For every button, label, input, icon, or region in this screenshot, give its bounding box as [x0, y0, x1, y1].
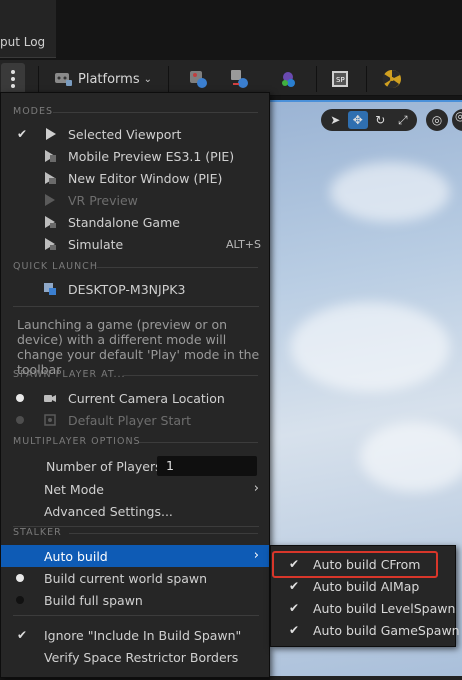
content-icon	[190, 71, 207, 88]
toolbar-divider	[168, 66, 169, 92]
shortcut-label: ALT+S	[225, 238, 261, 251]
menu-item-simulate[interactable]: Simulate ALT+S	[1, 233, 269, 255]
tab-row: put Log	[0, 0, 462, 60]
section-header-spawn-player: SPAWN PLAYER AT...	[13, 369, 258, 380]
menu-item-default-player-start[interactable]: Default Player Start	[1, 409, 269, 431]
info-text: Launching a game (preview or on device) …	[17, 317, 260, 377]
menu-item-standalone-game[interactable]: Standalone Game	[1, 211, 269, 233]
sky-cloud	[290, 302, 450, 392]
checkmark-icon: ✔	[289, 579, 300, 593]
translate-icon[interactable]: ✥	[347, 111, 368, 129]
menu-item-build-full-spawn[interactable]: Build full spawn	[1, 589, 269, 611]
select-icon[interactable]: ➤	[325, 111, 346, 129]
chevron-right-icon: ›	[253, 548, 259, 563]
menu-divider	[13, 306, 259, 307]
chevron-right-icon: ›	[253, 481, 259, 496]
transform-toolbar: ➤ ✥ ↻ ⤢	[321, 109, 417, 131]
scale-icon[interactable]: ⤢	[393, 111, 414, 129]
submenu-item-auto-build-cfrom[interactable]: ✔ Auto build CFrom	[271, 553, 455, 575]
checkmark-icon: ✔	[289, 623, 300, 637]
menu-item-mobile-preview[interactable]: Mobile Preview ES3.1 (PIE)	[1, 145, 269, 167]
platforms-label: Platforms	[78, 71, 140, 87]
checkmark-icon: ✔	[17, 628, 28, 642]
blueprint-icon	[231, 70, 248, 88]
content-button[interactable]	[184, 63, 212, 95]
submenu-item-auto-build-levelspawn[interactable]: ✔ Auto build LevelSpawn	[271, 597, 455, 619]
section-header-stalker: STALKER	[13, 527, 258, 538]
standalone-game-icon	[45, 216, 56, 228]
menu-item-net-mode[interactable]: Net Mode ›	[1, 478, 269, 500]
submenu-item-auto-build-aimap[interactable]: ✔ Auto build AIMap	[271, 575, 455, 597]
snap-icon[interactable]: ◎	[452, 109, 462, 131]
build-button[interactable]	[378, 63, 406, 95]
platforms-button[interactable]: Platforms ⌄	[52, 63, 156, 95]
menu-item-auto-build[interactable]: Auto build ›	[1, 545, 269, 567]
build-icon	[382, 70, 401, 89]
toolbar-divider	[316, 66, 317, 92]
radio-selected-icon	[16, 394, 24, 402]
level-toolbar: Platforms ⌄ SP	[0, 60, 462, 96]
source-control-button[interactable]: SP	[326, 63, 354, 95]
source-control-icon: SP	[332, 71, 348, 87]
menu-item-new-editor-window[interactable]: New Editor Window (PIE)	[1, 167, 269, 189]
sky-cloud	[360, 422, 462, 492]
auto-build-submenu: ✔ Auto build CFrom ✔ Auto build AIMap ✔ …	[270, 545, 460, 647]
toolbar-divider	[366, 66, 367, 92]
rotate-icon[interactable]: ↻	[370, 111, 391, 129]
menu-item-selected-viewport[interactable]: ✔ Selected Viewport	[1, 123, 269, 145]
device-icon	[44, 283, 56, 295]
checkmark-icon: ✔	[289, 601, 300, 615]
section-header-modes: MODES	[13, 106, 258, 117]
radio-unselected-icon	[16, 416, 24, 424]
cinematics-icon	[282, 72, 295, 87]
menu-item-device[interactable]: DESKTOP-M3NJPK3	[1, 278, 269, 300]
sky-cloud	[330, 162, 450, 222]
simulate-icon	[45, 238, 56, 250]
platforms-icon	[55, 73, 72, 86]
checkmark-icon: ✔	[17, 127, 28, 141]
number-of-players-input[interactable]: 1	[157, 456, 257, 476]
bullet-icon	[16, 574, 24, 582]
vr-preview-icon	[45, 194, 55, 206]
menu-item-ignore-include-in-build-spawn[interactable]: ✔ Ignore "Include In Build Spawn"	[1, 624, 269, 646]
new-window-icon	[45, 172, 56, 184]
world-local-icon[interactable]: ◎	[426, 109, 448, 131]
menu-item-advanced-settings[interactable]: Advanced Settings...	[1, 500, 269, 522]
menu-item-current-camera-location[interactable]: Current Camera Location	[1, 387, 269, 409]
section-header-multiplayer: MULTIPLAYER OPTIONS	[13, 436, 258, 447]
blueprint-button[interactable]	[226, 63, 254, 95]
cinematics-button[interactable]	[274, 63, 302, 95]
tab-output-log[interactable]: put Log	[0, 0, 56, 58]
camera-icon	[44, 395, 56, 402]
menu-item-vr-preview[interactable]: VR Preview	[1, 189, 269, 211]
menu-item-verify-space-restrictor-borders[interactable]: Verify Space Restrictor Borders	[1, 646, 269, 668]
tab-label: put Log	[0, 35, 46, 49]
section-header-quick-launch: QUICK LAUNCH	[13, 261, 258, 272]
chevron-down-icon: ⌄	[143, 73, 152, 85]
mobile-preview-icon	[45, 150, 56, 162]
svg-text:SP: SP	[336, 76, 345, 84]
viewport-bottom-bar	[270, 676, 462, 680]
play-options-button[interactable]	[1, 63, 25, 95]
menu-item-build-current-world-spawn[interactable]: Build current world spawn	[1, 567, 269, 589]
submenu-item-auto-build-gamespawn[interactable]: ✔ Auto build GameSpawn	[271, 619, 460, 641]
checkmark-icon: ✔	[289, 557, 300, 571]
player-start-icon	[44, 414, 56, 426]
bullet-icon	[16, 596, 24, 604]
play-icon	[46, 128, 56, 140]
toolbar-divider	[38, 66, 39, 92]
play-options-menu: MODES ✔ Selected Viewport Mobile Preview…	[0, 92, 270, 678]
menu-divider	[13, 615, 259, 616]
kebab-icon	[11, 70, 15, 88]
